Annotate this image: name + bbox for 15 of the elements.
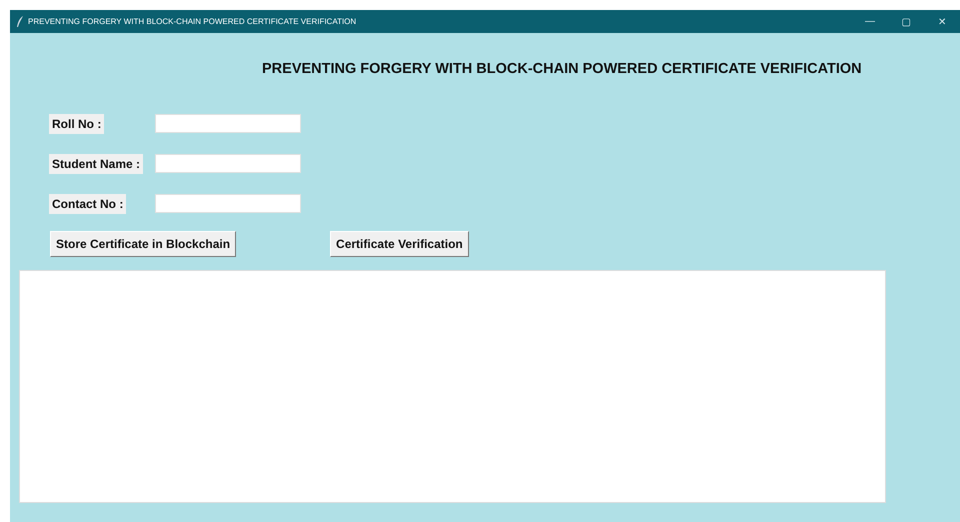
app-heading: PREVENTING FORGERY WITH BLOCK-CHAIN POWERED CERTIFICATE VERIFICATION — [261, 60, 863, 77]
window-title: PREVENTING FORGERY WITH BLOCK-CHAIN POWERED CERTIFICATE VERIFICATION — [28, 17, 358, 26]
field-label: Contact No : — [49, 194, 126, 214]
input-field[interactable] — [155, 114, 301, 133]
maximize-button[interactable]: ▢ — [888, 16, 924, 28]
field-label: Student Name : — [49, 154, 144, 174]
action-button[interactable]: Store Certificate in Blockchain — [50, 231, 236, 257]
input-field[interactable] — [155, 154, 301, 173]
action-button[interactable]: Certificate Verification — [330, 231, 469, 257]
feather-icon — [16, 16, 24, 27]
input-field[interactable] — [155, 194, 301, 213]
close-button[interactable]: ✕ — [924, 16, 960, 28]
minimize-button[interactable]: — — [852, 16, 888, 27]
output-area[interactable] — [19, 270, 886, 503]
field-label: Roll No : — [49, 114, 104, 134]
